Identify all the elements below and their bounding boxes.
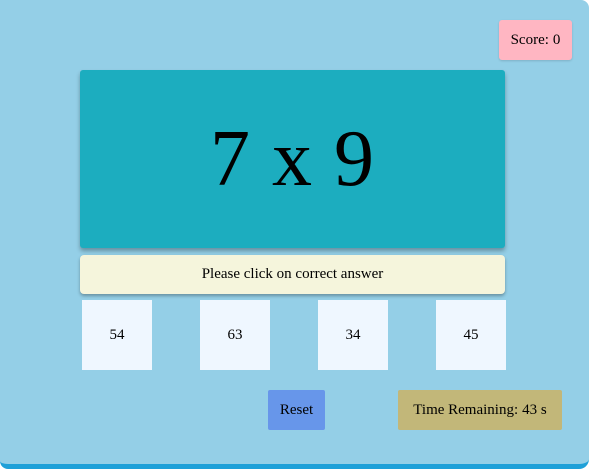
answer-choice-3[interactable]: 34 <box>318 300 388 370</box>
time-remaining-label: Time Remaining: <box>413 401 519 418</box>
time-remaining-box: Time Remaining: 43 s <box>398 390 562 430</box>
reset-button[interactable]: Reset <box>268 390 325 430</box>
question-text: 7 x 9 <box>210 114 375 203</box>
game-container: Score: 0 7 x 9 Please click on correct a… <box>0 0 589 469</box>
answer-choice-4[interactable]: 45 <box>436 300 506 370</box>
answer-choice-label: 34 <box>345 326 361 343</box>
answer-choice-label: 63 <box>227 326 243 343</box>
score-label: Score: <box>510 31 549 48</box>
answer-choice-1[interactable]: 54 <box>82 300 152 370</box>
answer-choice-label: 54 <box>109 326 125 343</box>
question-display: 7 x 9 <box>80 70 505 248</box>
instruction-box: Please click on correct answer <box>80 255 505 294</box>
instruction-text: Please click on correct answer <box>201 266 384 282</box>
score-value: 0 <box>552 31 561 48</box>
reset-button-label: Reset <box>279 401 314 418</box>
answer-choice-label: 45 <box>463 326 479 343</box>
answer-choice-2[interactable]: 63 <box>200 300 270 370</box>
time-remaining-value: 43 s <box>522 401 547 418</box>
score-box: Score: 0 <box>499 20 572 60</box>
